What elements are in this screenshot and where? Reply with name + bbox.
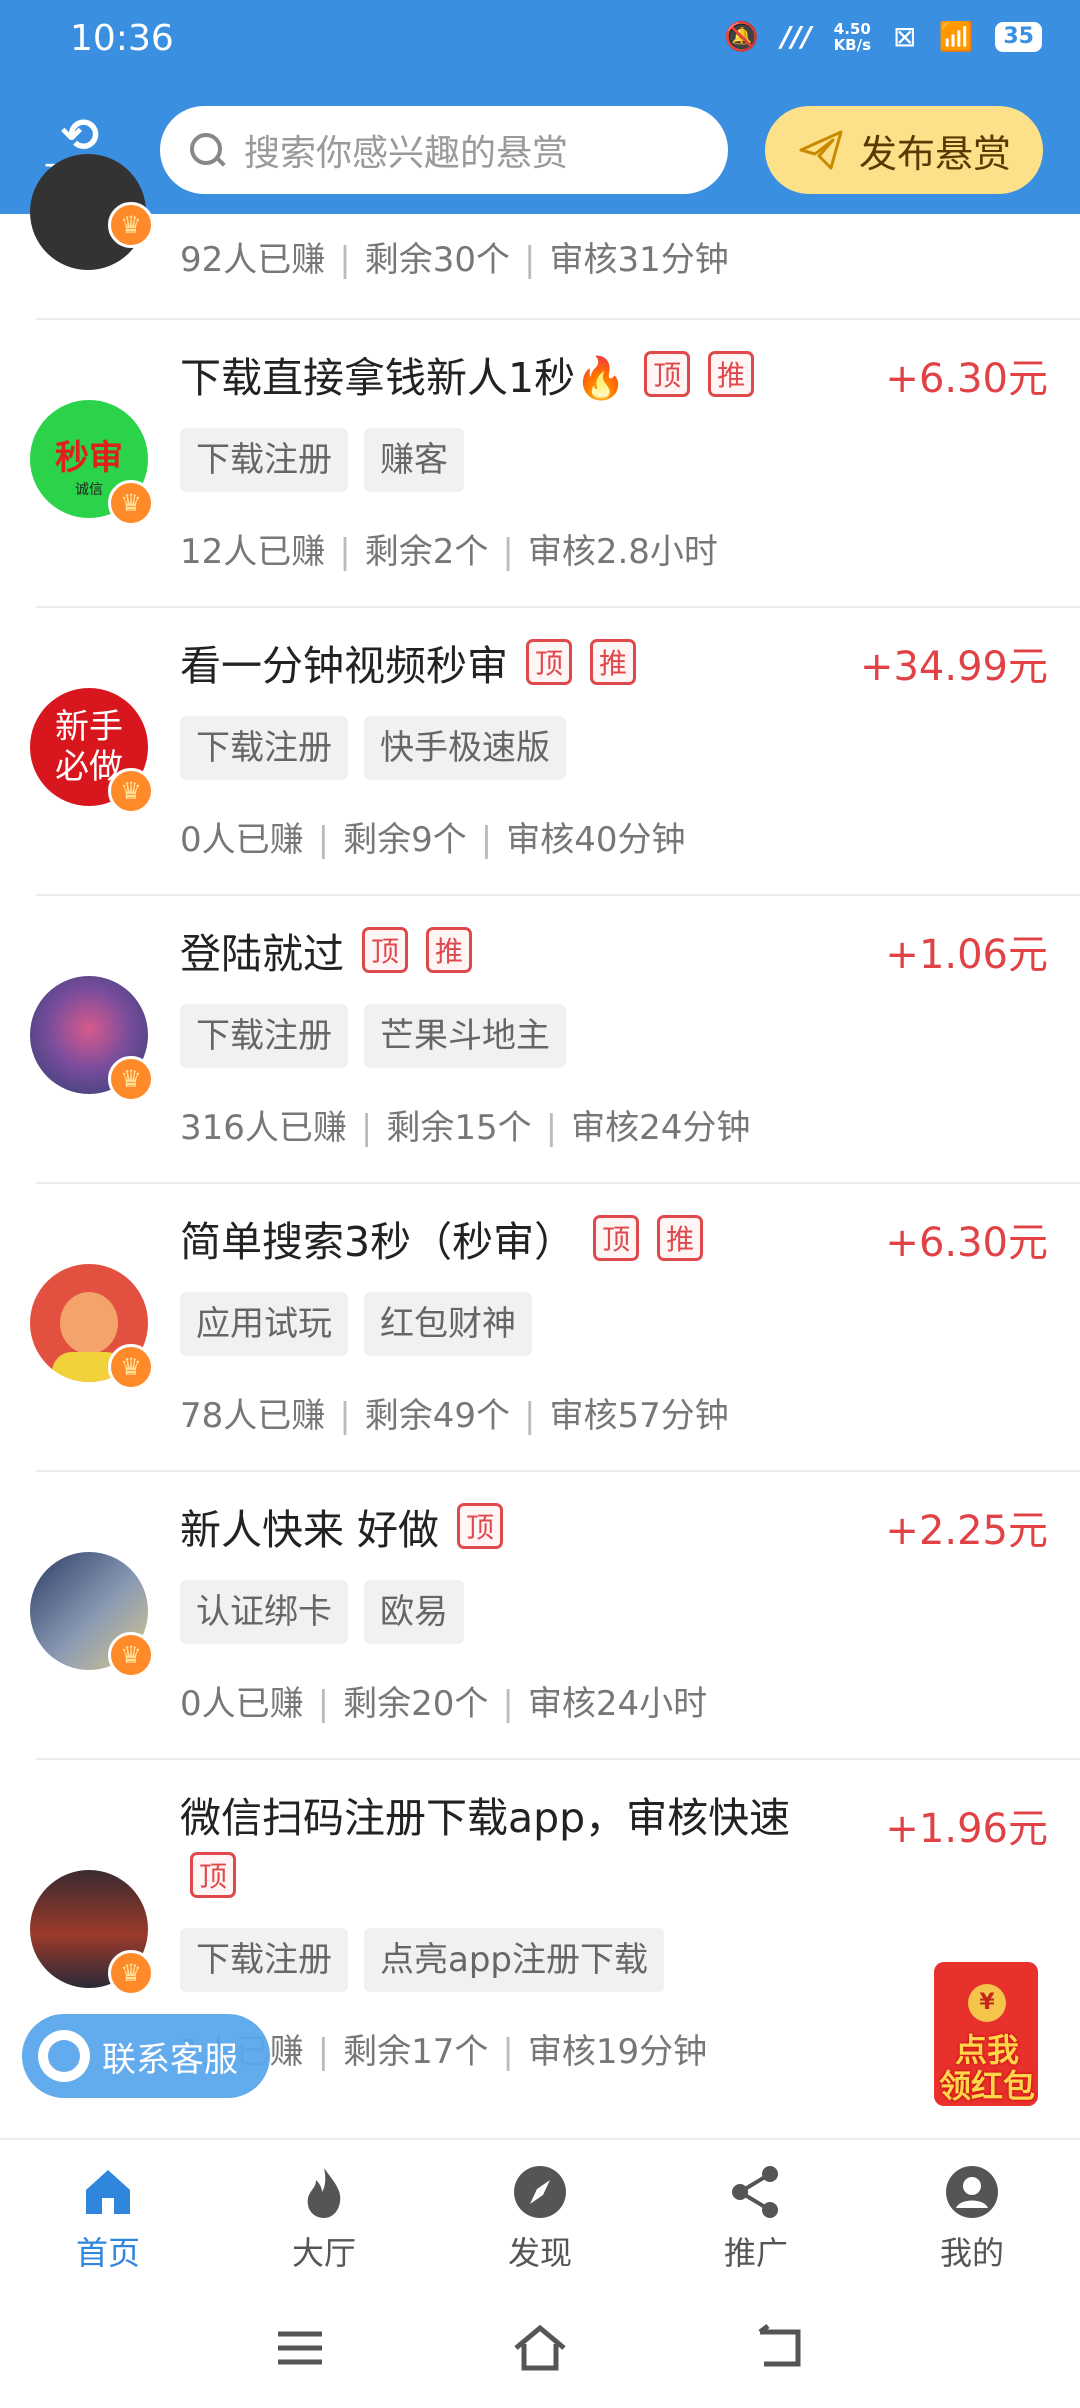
list-item[interactable]: 秒审 诚信 ♛ 下载直接拿钱新人1秒🔥 顶 推 +6.30元 下载注册 赚客 1… — [0, 320, 1080, 608]
list-item[interactable]: ♛ 92人已赚 | 剩余30个 | 审核31分钟 — [0, 154, 1080, 318]
publish-bounty-button[interactable]: 发布悬赏 — [765, 106, 1043, 194]
tab-discover[interactable]: 发现 — [432, 2140, 648, 2288]
tag: 红包财神 — [364, 1292, 532, 1356]
tag: 点亮app注册下载 — [364, 1928, 664, 1992]
tag: 下载注册 — [180, 1004, 348, 1068]
recommend-badge: 推 — [657, 1215, 704, 1261]
crown-icon: ♛ — [108, 202, 154, 248]
system-nav-bar — [0, 2288, 1080, 2408]
task-price: +34.99元 — [859, 644, 1048, 690]
crown-icon: ♛ — [108, 768, 154, 814]
share-icon — [732, 2166, 778, 2218]
task-title: 新人快来 好做 顶 — [180, 1496, 504, 1556]
task-tags: 下载注册 快手极速版 — [180, 716, 566, 780]
sim-icon: ⊠ — [893, 20, 917, 53]
tag: 应用试玩 — [180, 1292, 348, 1356]
task-tags: 下载注册 芒果斗地主 — [180, 1004, 566, 1068]
recommend-badge: 推 — [590, 639, 636, 685]
tag: 赚客 — [364, 428, 464, 492]
task-title: 下载直接拿钱新人1秒🔥 顶 推 — [180, 344, 755, 404]
mute-icon: 🔕 — [724, 20, 759, 53]
search-input[interactable]: 搜索你感兴趣的悬赏 — [160, 106, 728, 194]
top-badge: 顶 — [362, 927, 408, 973]
tab-home[interactable]: 首页 — [0, 2140, 216, 2288]
red-packet-button[interactable]: ¥ 点我 领红包 — [920, 1962, 1054, 2106]
compass-icon — [514, 2166, 566, 2218]
top-badge: 顶 — [644, 351, 691, 397]
tab-promote[interactable]: 推广 — [648, 2140, 864, 2288]
task-price: +2.25元 — [885, 1508, 1048, 1554]
headset-icon — [38, 2030, 90, 2082]
task-title: 登陆就过 顶 推 — [180, 920, 472, 980]
back-icon[interactable] — [750, 2318, 810, 2378]
tag: 芒果斗地主 — [364, 1004, 566, 1068]
tab-hall[interactable]: 大厅 — [216, 2140, 432, 2288]
task-meta: 78人已赚 | 剩余49个 | 审核57分钟 — [180, 1396, 729, 1436]
task-price: +6.30元 — [885, 1220, 1048, 1266]
signal-icon: /// — [780, 20, 812, 53]
top-badge: 顶 — [593, 1215, 640, 1261]
search-placeholder: 搜索你感兴趣的悬赏 — [244, 133, 569, 174]
status-bar: 10:36 🔕 /// 4.50 KB/s ⊠ 📶 35 — [0, 0, 1080, 84]
tag: 快手极速版 — [364, 716, 566, 780]
top-badge: 顶 — [526, 639, 572, 685]
task-meta: 316人已赚 | 剩余15个 | 审核24分钟 — [180, 1108, 751, 1148]
status-icons: 🔕 /// 4.50 KB/s ⊠ 📶 35 — [724, 20, 1042, 53]
task-tags: 下载注册 点亮app注册下载 — [180, 1928, 664, 1992]
crown-icon: ♛ — [108, 1632, 154, 1678]
task-meta: 92人已赚 | 剩余30个 | 审核31分钟 — [180, 240, 729, 280]
home-nav-icon[interactable] — [510, 2318, 570, 2378]
tag: 认证绑卡 — [180, 1580, 348, 1644]
task-title: 看一分钟视频秒审 顶 推 — [180, 632, 636, 692]
crown-icon: ♛ — [108, 480, 154, 526]
menu-icon[interactable] — [270, 2318, 330, 2378]
tag: 欧易 — [364, 1580, 464, 1644]
search-icon — [188, 131, 226, 169]
top-bar: ⟲ 互推赏 搜索你感兴趣的悬赏 发布悬赏 — [0, 84, 1080, 214]
task-tags: 认证绑卡 欧易 — [180, 1580, 464, 1644]
task-tags: 应用试玩 红包财神 — [180, 1292, 532, 1356]
paper-plane-icon — [799, 130, 843, 170]
task-title: 微信扫码注册下载app，审核快速 — [180, 1794, 791, 1842]
coin-icon: ¥ — [968, 1984, 1006, 2022]
task-price: +1.96元 — [885, 1806, 1048, 1852]
tag: 下载注册 — [180, 1928, 348, 1992]
flame-icon — [307, 2168, 341, 2218]
list-item[interactable]: 新手必做 ♛ 看一分钟视频秒审 顶 推 +34.99元 下载注册 快手极速版 0… — [0, 608, 1080, 896]
user-icon — [946, 2166, 998, 2218]
crown-icon: ♛ — [108, 1056, 154, 1102]
status-time: 10:36 — [70, 18, 174, 59]
battery-indicator: 35 — [995, 21, 1042, 52]
list-item[interactable]: ♛ 简单搜索3秒（秒审） 顶 推 +6.30元 应用试玩 红包财神 78人已赚 |… — [0, 1184, 1080, 1472]
top-badge: 顶 — [457, 1503, 504, 1549]
task-tags: 下载注册 赚客 — [180, 428, 464, 492]
task-meta: 0人已赚 | 剩余20个 | 审核24小时 — [180, 1684, 708, 1724]
recommend-badge: 推 — [708, 351, 755, 397]
crown-icon: ♛ — [108, 1950, 154, 1996]
tab-mine[interactable]: 我的 — [864, 2140, 1080, 2288]
task-price: +6.30元 — [885, 356, 1048, 402]
red-packet-label: 点我 领红包 — [938, 2031, 1035, 2105]
logo-icon: ⟲ — [60, 108, 100, 162]
tag: 下载注册 — [180, 716, 348, 780]
tag: 下载注册 — [180, 428, 348, 492]
contact-service-button[interactable]: 联系客服 — [22, 2014, 270, 2098]
top-badge: 顶 — [190, 1852, 236, 1898]
wifi-icon: 📶 — [938, 20, 974, 53]
list-item[interactable]: ♛ 新人快来 好做 顶 +2.25元 认证绑卡 欧易 0人已赚 | 剩余20个 | 审核… — [0, 1472, 1080, 1760]
bottom-tab-bar: 首页 大厅 发现 推广 我的 — [0, 2138, 1080, 2288]
recommend-badge: 推 — [426, 927, 472, 973]
publish-bounty-label: 发布悬赏 — [858, 131, 1011, 176]
contact-service-label: 联系客服 — [102, 2039, 238, 2080]
task-meta: 12人已赚 | 剩余2个 | 审核2.8小时 — [180, 532, 718, 572]
task-title: 简单搜索3秒（秒审） 顶 推 — [180, 1208, 704, 1268]
task-meta: 0人已赚 | 剩余9个 | 审核40分钟 — [180, 820, 686, 860]
home-icon — [86, 2170, 130, 2214]
net-speed: 4.50 KB/s — [833, 19, 872, 54]
crown-icon: ♛ — [108, 1344, 154, 1390]
list-item[interactable]: ♛ 登陆就过 顶 推 +1.06元 下载注册 芒果斗地主 316人已赚 | 剩余15… — [0, 896, 1080, 1184]
task-price: +1.06元 — [885, 932, 1048, 978]
